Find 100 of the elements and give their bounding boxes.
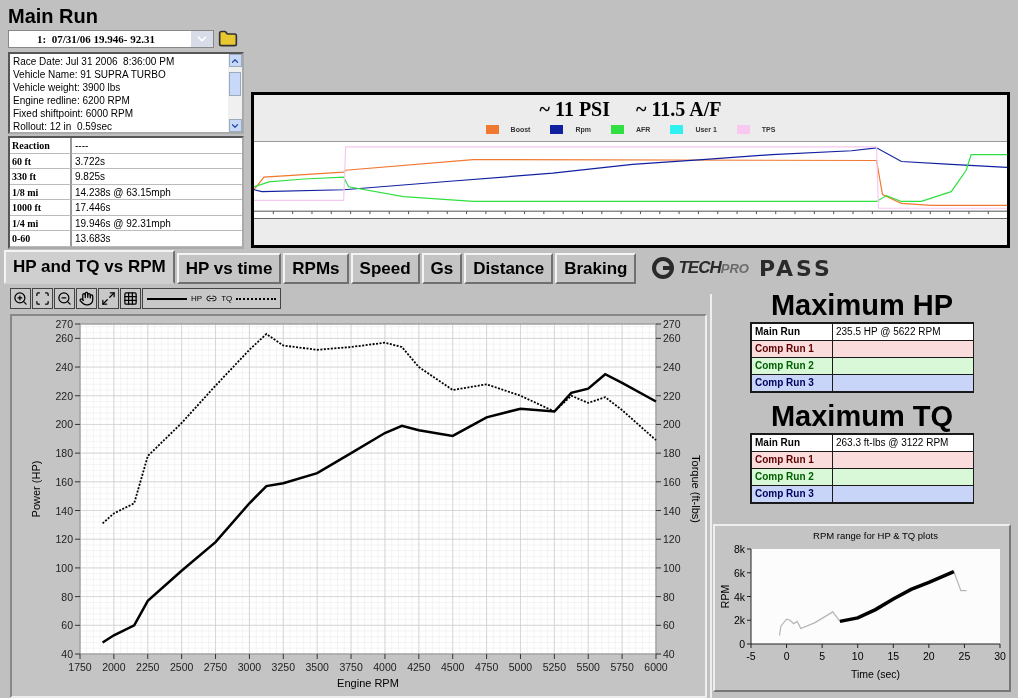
scrollbar[interactable] [228, 54, 242, 132]
axis-tick-label: 0 [739, 638, 745, 650]
axis-tick-label: 5750 [610, 661, 634, 673]
legend-label: HP [191, 294, 203, 303]
axis-tick-label: 5500 [576, 661, 600, 673]
axis-tick-label: 200 [55, 418, 73, 431]
table-cell: 263.3 ft-lbs @ 3122 RPM [833, 435, 973, 451]
axis-tick-label: 260 [55, 332, 73, 345]
axis-tick-label: 3250 [271, 661, 295, 673]
zoom-in-button[interactable] [10, 288, 31, 309]
table-cell: 14.238s @ 63.15mph [72, 184, 242, 200]
axis-tick-label: 20 [923, 650, 935, 662]
table-cell: 330 ft [10, 169, 72, 185]
tab[interactable]: RPMs [283, 253, 349, 284]
info-line: Vehicle weight: 3900 lbs [13, 81, 122, 94]
grid-button[interactable] [120, 288, 141, 309]
section-title: Maximum TQ [770, 399, 954, 433]
axis-tick-label: 80 [61, 590, 73, 603]
logo-mark-icon [652, 257, 675, 279]
axis-tick-label: 2250 [136, 661, 160, 673]
legend-label: TQ [221, 294, 233, 303]
axis-tick-label: 3500 [305, 661, 329, 673]
table-cell: 3.722s [72, 153, 242, 169]
axis-tick-label: 5000 [508, 661, 533, 673]
axis-tick-label: 40 [61, 648, 73, 660]
logo-text: PRO [720, 260, 749, 276]
pan-button[interactable] [76, 288, 97, 309]
info-line: Fixed shiftpoint: 6000 RPM [13, 107, 135, 120]
axis-tick-label: 2750 [203, 661, 228, 673]
run-dropdown[interactable]: 1: 07/31/06 19.946- 92.31 [8, 30, 214, 48]
folder-icon[interactable] [218, 29, 238, 49]
axis-tick-label: 260 [663, 332, 681, 345]
axis-tick-label: 180 [663, 447, 681, 460]
axis-title: Engine RPM [337, 677, 399, 689]
tab[interactable]: Braking [555, 253, 637, 284]
info-line: Vehicle Name: 91 SUPRA TURBO [13, 68, 167, 81]
table-cell: Comp Run 2 [752, 358, 832, 374]
table-cell: 1/8 mi [10, 184, 72, 200]
legend-line [147, 297, 187, 300]
axis-tick-label: 240 [663, 361, 681, 374]
scroll-down-button[interactable] [228, 119, 242, 132]
legend-line [236, 297, 277, 300]
zoom-box-button[interactable] [32, 288, 53, 309]
axis-tick-label: 80 [663, 590, 675, 603]
axis-tick-label: 140 [663, 504, 681, 517]
table-cell: Comp Run 3 [752, 375, 832, 391]
axis-tick-label: 120 [663, 533, 681, 546]
axis-tick-label: 5250 [542, 661, 567, 673]
fit-button[interactable] [98, 288, 119, 309]
table-cell: Comp Run 1 [752, 341, 832, 357]
table-cell: 19.946s @ 92.31mph [72, 215, 242, 231]
scroll-up-button[interactable] [228, 54, 242, 67]
table-cell: 1/4 mi [10, 215, 72, 231]
table-cell: 13.683s [72, 231, 242, 247]
axis-tick-label: 160 [55, 475, 73, 488]
axis-tick-label: 60 [663, 619, 675, 632]
axis-tick-label: 220 [663, 389, 681, 402]
axis-tick-label: 4k [733, 590, 745, 603]
axis-tick-label: 2500 [169, 661, 194, 673]
axis-title: Time (sec) [850, 668, 901, 680]
axis-tick-label: 8k [733, 543, 745, 555]
section-title: Maximum HP [770, 288, 954, 322]
axis-tick-label: 220 [55, 389, 73, 402]
tab[interactable]: Speed [350, 253, 420, 284]
table-cell: 17.446s [72, 200, 242, 216]
axis-tick-label: 1750 [68, 661, 92, 673]
table-cell: Main Run [752, 435, 832, 451]
axis-tick-label: 5 [819, 650, 826, 662]
zoom-out-button[interactable] [54, 288, 75, 309]
logo-text: PASS [758, 255, 833, 281]
table-cell: 9.825s [72, 169, 242, 185]
axis-tick-label: 15 [887, 650, 900, 662]
tab[interactable]: HP vs time [176, 253, 282, 284]
axis-tick-label: 200 [663, 418, 681, 431]
axis-tick-label: 30 [994, 650, 1006, 662]
axis-tick-label: 240 [55, 361, 73, 374]
axis-tick-label: 2000 [102, 661, 126, 673]
axis-tick-label: 4750 [474, 661, 499, 673]
table-cell: Comp Run 1 [752, 452, 832, 468]
axis-title: RPM [719, 584, 731, 609]
axis-tick-label: 25 [958, 650, 971, 662]
axis-tick-label: 120 [55, 533, 73, 546]
table-cell: 0-60 [10, 231, 72, 247]
table-cell: 1000 ft [10, 200, 72, 216]
axis-tick-label: 4500 [441, 661, 465, 673]
axis-tick-label: 0 [783, 650, 790, 662]
link-icon [206, 293, 218, 304]
axis-tick-label: 100 [55, 561, 73, 574]
tab[interactable]: Distance [464, 253, 554, 284]
axis-tick-label: 100 [663, 561, 681, 574]
run-title: Main Run [8, 4, 99, 28]
tab[interactable]: HP and TQ vs RPM [4, 250, 175, 284]
info-line: Race Date: Jul 31 2006 8:36:00 PM [13, 55, 176, 68]
axis-tick-label: 4250 [407, 661, 431, 673]
axis-tick-label: 60 [61, 619, 73, 632]
tab[interactable]: Gs [421, 253, 463, 284]
axis-tick-label: 10 [851, 650, 864, 662]
axis-tick-label: 2k [733, 614, 745, 627]
chart-title: RPM range for HP & TQ plots [813, 530, 938, 541]
info-line: Rollout: 12 in 0.59sec [13, 120, 113, 132]
